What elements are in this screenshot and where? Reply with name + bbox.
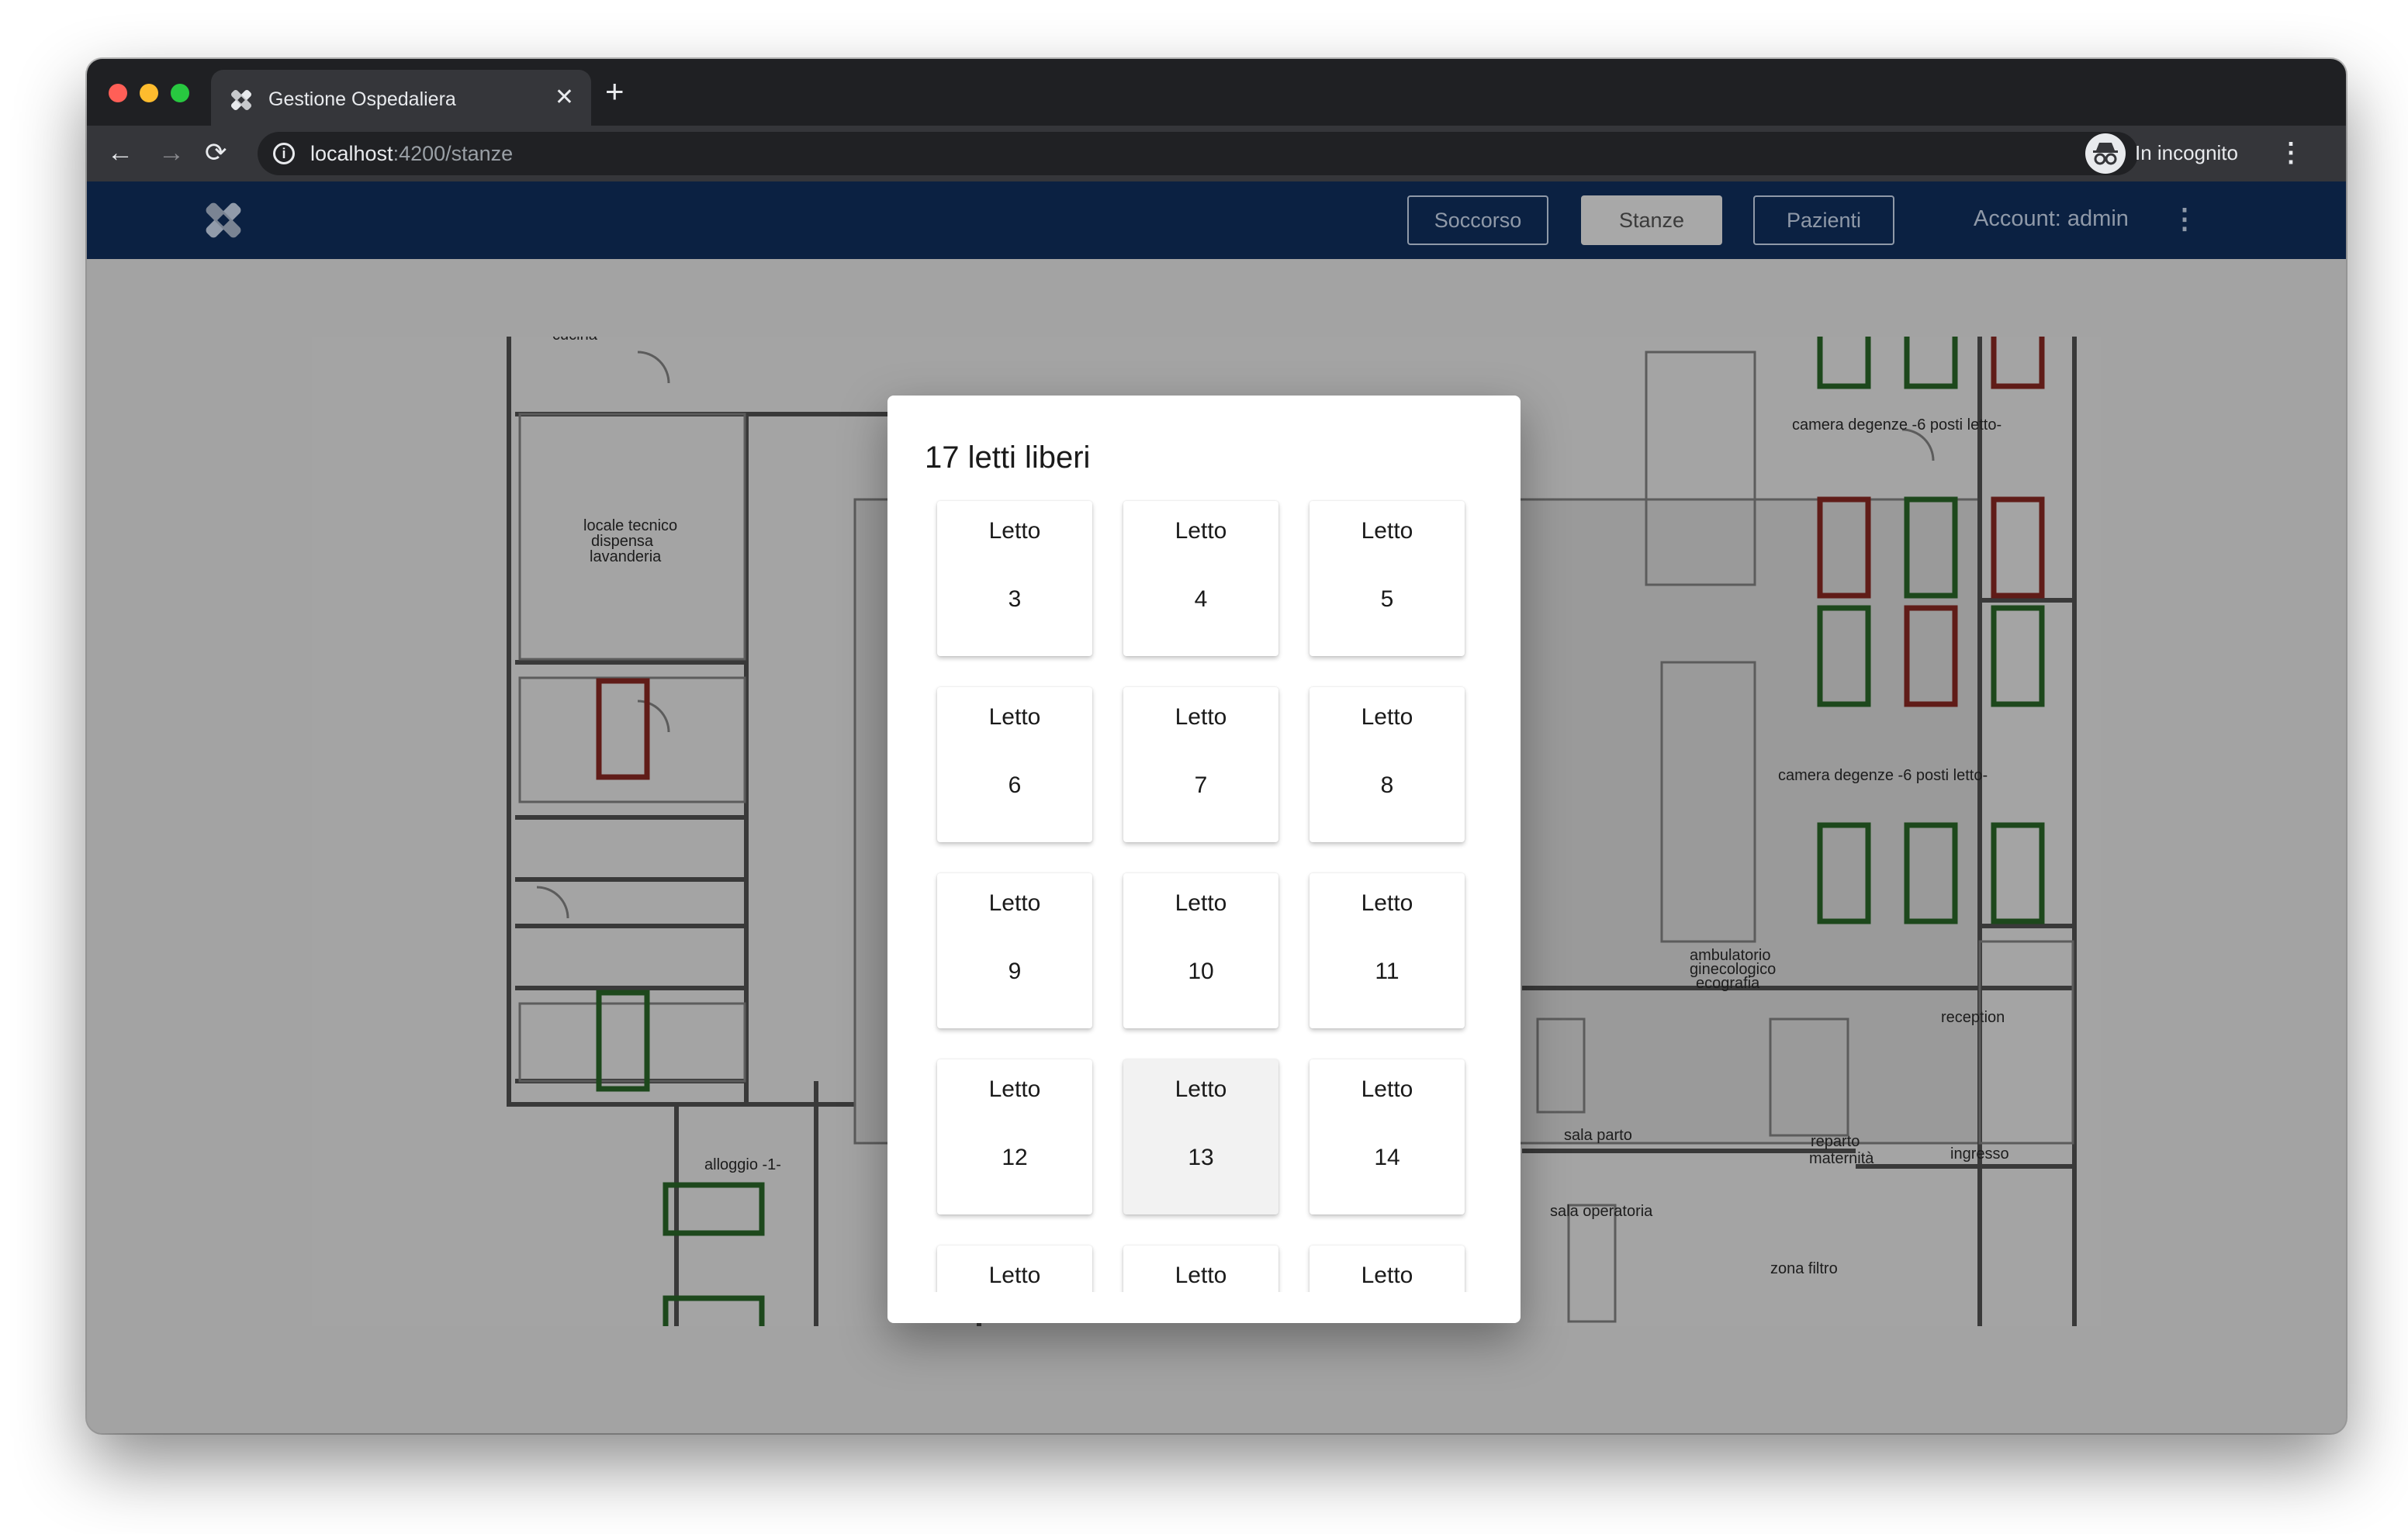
bed-card-number: 7 <box>1194 772 1208 798</box>
url-host: localhost <box>310 142 393 165</box>
bed-card-label: Letto <box>1361 890 1413 916</box>
account-label: Account: admin <box>1974 206 2129 231</box>
bed-card-label: Letto <box>1175 1263 1227 1288</box>
bed-card-number: 12 <box>1002 1145 1028 1170</box>
bed-card-partial[interactable]: Letto <box>937 1246 1092 1292</box>
bed-card-label: Letto <box>1361 518 1413 544</box>
browser-toolbar: ← → ⟳ i localhost:4200/stanze ☆ In incog… <box>87 126 2346 181</box>
bed-card-number: 6 <box>1008 772 1022 798</box>
browser-menu-icon[interactable]: ⋮ <box>2278 136 2304 169</box>
info-icon[interactable]: i <box>273 143 295 164</box>
bed-card-label: Letto <box>1361 1263 1413 1288</box>
bed-card-partial[interactable]: Letto <box>1123 1246 1278 1292</box>
bed-card-partial[interactable]: Letto <box>1310 1246 1465 1292</box>
bed-card-label: Letto <box>1175 518 1227 544</box>
bed-card-label: Letto <box>1361 1076 1413 1102</box>
bed-card-label: Letto <box>988 890 1041 916</box>
incognito-label: In incognito <box>2135 141 2238 164</box>
bed-card-8[interactable]: Letto 8 <box>1310 687 1465 842</box>
bed-card-14[interactable]: Letto 14 <box>1310 1059 1465 1214</box>
url-text: localhost:4200/stanze <box>310 141 513 166</box>
tab-title: Gestione Ospedaliera <box>268 88 456 110</box>
nav-soccorso-button[interactable]: Soccorso <box>1407 195 1548 245</box>
bed-card-4[interactable]: Letto 4 <box>1123 501 1278 656</box>
address-bar[interactable]: i localhost:4200/stanze ☆ <box>258 132 2138 175</box>
bed-card-11[interactable]: Letto 11 <box>1310 873 1465 1028</box>
dialog-title: 17 letti liberi <box>925 441 1091 475</box>
bed-card-number: 9 <box>1008 959 1022 984</box>
bed-card-number: 3 <box>1008 586 1022 612</box>
nav-stanze-button[interactable]: Stanze <box>1581 195 1722 245</box>
url-path: :4200/stanze <box>393 142 514 165</box>
bed-card-label: Letto <box>988 704 1041 730</box>
nav-pazienti-button[interactable]: Pazienti <box>1753 195 1894 245</box>
bed-card-number: 10 <box>1188 959 1214 984</box>
maximize-window-button[interactable] <box>171 84 189 102</box>
bed-card-12[interactable]: Letto 12 <box>937 1059 1092 1214</box>
forward-icon[interactable]: → <box>158 136 185 169</box>
bed-card-number: 14 <box>1374 1145 1400 1170</box>
bed-card-7[interactable]: Letto 7 <box>1123 687 1278 842</box>
new-tab-button[interactable]: + <box>605 73 624 110</box>
bed-card-5[interactable]: Letto 5 <box>1310 501 1465 656</box>
bed-card-label: Letto <box>988 1263 1041 1288</box>
app-favicon-icon <box>230 89 252 111</box>
bed-card-6[interactable]: Letto 6 <box>937 687 1092 842</box>
bed-card-label: Letto <box>1175 1076 1227 1102</box>
bed-card-label: Letto <box>988 518 1041 544</box>
back-icon[interactable]: ← <box>107 136 133 169</box>
bed-card-number: 8 <box>1380 772 1394 798</box>
incognito-glyph-icon <box>2093 143 2118 165</box>
bed-card-label: Letto <box>1175 704 1227 730</box>
minimize-window-button[interactable] <box>140 84 158 102</box>
browser-window: Gestione Ospedaliera ✕ + ← → ⟳ i localho… <box>87 59 2346 1433</box>
bed-card-number: 11 <box>1375 959 1399 984</box>
bed-card-3[interactable]: Letto 3 <box>937 501 1092 656</box>
app-header: Soccorso Stanze Pazienti Account: admin … <box>87 181 2346 259</box>
main-content: cucina locale tecnico dispensa lavanderi… <box>87 259 2346 1433</box>
bed-card-13[interactable]: Letto 13 <box>1123 1059 1278 1214</box>
tab-strip: Gestione Ospedaliera ✕ + <box>87 59 2346 126</box>
bed-card-label: Letto <box>988 1076 1041 1102</box>
bed-card-9[interactable]: Letto 9 <box>937 873 1092 1028</box>
incognito-icon[interactable] <box>2085 133 2126 174</box>
bed-list[interactable]: Letto 3 Letto 4 Letto 5 Letto 6 Letto 7 … <box>922 489 1486 1292</box>
close-window-button[interactable] <box>109 84 127 102</box>
bed-card-10[interactable]: Letto 10 <box>1123 873 1278 1028</box>
app-logo-icon[interactable] <box>202 199 245 242</box>
bed-card-number: 13 <box>1188 1145 1214 1170</box>
free-beds-dialog: 17 letti liberi Letto 3 Letto 4 Letto 5 … <box>887 396 1521 1323</box>
close-tab-icon[interactable]: ✕ <box>555 84 574 112</box>
bed-card-number: 4 <box>1194 586 1208 612</box>
bed-card-label: Letto <box>1175 890 1227 916</box>
reload-icon[interactable]: ⟳ <box>205 136 227 169</box>
bed-card-number: 5 <box>1380 586 1394 612</box>
bed-card-label: Letto <box>1361 704 1413 730</box>
account-menu-icon[interactable]: ⋮ <box>2171 202 2199 236</box>
browser-tab[interactable]: Gestione Ospedaliera ✕ <box>211 70 591 126</box>
